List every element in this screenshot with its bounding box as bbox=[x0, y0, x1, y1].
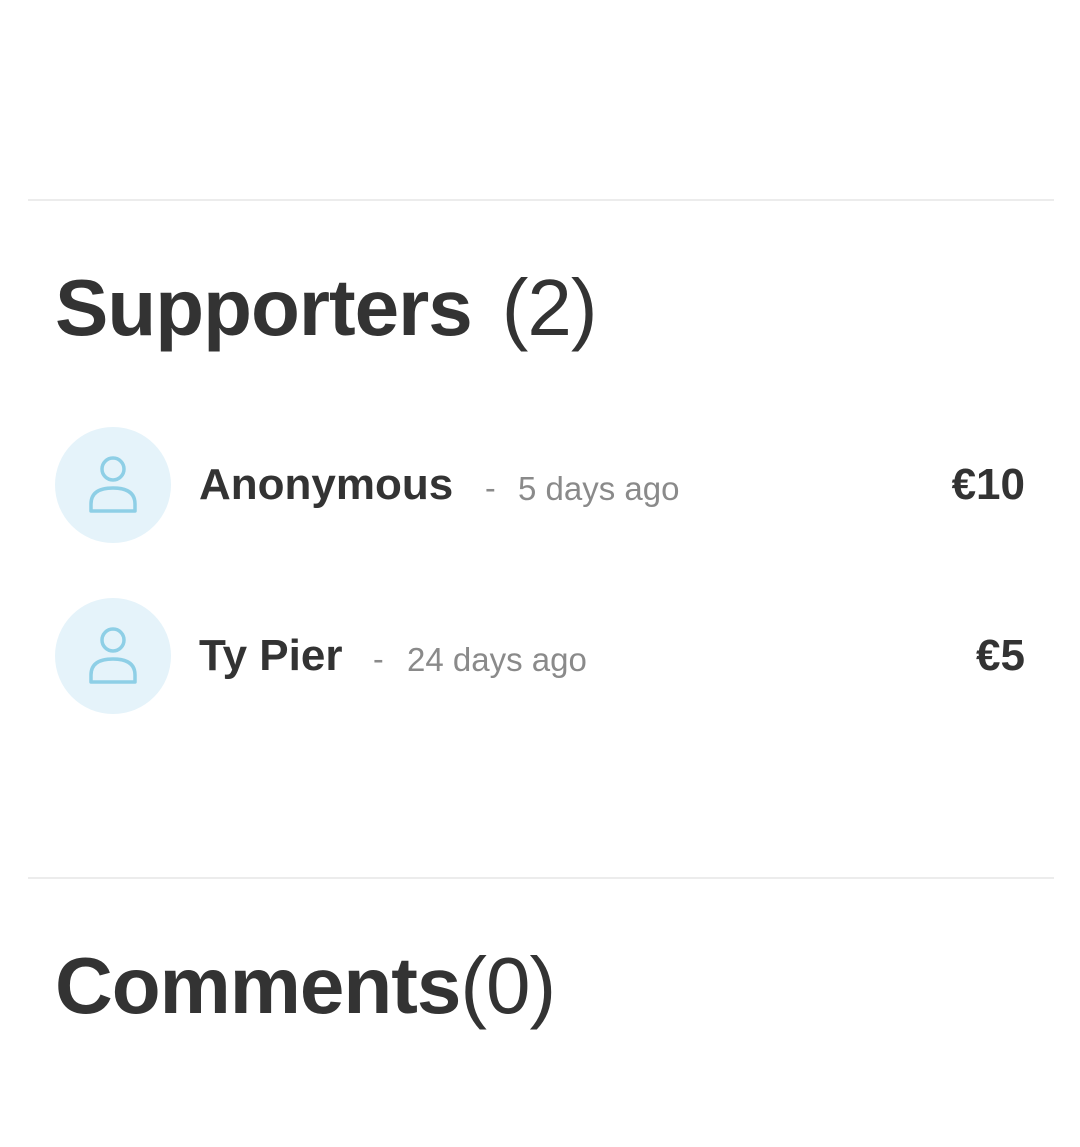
supporters-title: Supporters bbox=[55, 263, 473, 352]
comments-heading: Comments(0) bbox=[55, 946, 556, 1026]
user-icon bbox=[89, 627, 137, 684]
separator: - bbox=[373, 641, 384, 677]
section-divider-top bbox=[28, 199, 1054, 201]
supporter-name: Ty Pier bbox=[199, 631, 343, 680]
supporter-amount: €5 bbox=[976, 631, 1025, 680]
comments-count: (0) bbox=[460, 941, 556, 1030]
section-divider-comments bbox=[28, 877, 1054, 879]
supporter-name: Anonymous bbox=[199, 460, 454, 509]
supporters-heading: Supporters (2) bbox=[55, 268, 597, 348]
avatar bbox=[55, 598, 171, 714]
supporter-row: Anonymous - 5 days ago €10 bbox=[55, 427, 1025, 543]
supporter-time: 5 days ago bbox=[518, 470, 680, 507]
separator: - bbox=[485, 470, 496, 506]
user-icon bbox=[89, 456, 137, 513]
supporter-time: 24 days ago bbox=[407, 641, 587, 678]
comments-title: Comments bbox=[55, 941, 461, 1030]
supporter-amount: €10 bbox=[951, 460, 1025, 509]
supporter-row: Ty Pier - 24 days ago €5 bbox=[55, 598, 1025, 714]
avatar bbox=[55, 427, 171, 543]
supporters-count: (2) bbox=[501, 263, 598, 352]
